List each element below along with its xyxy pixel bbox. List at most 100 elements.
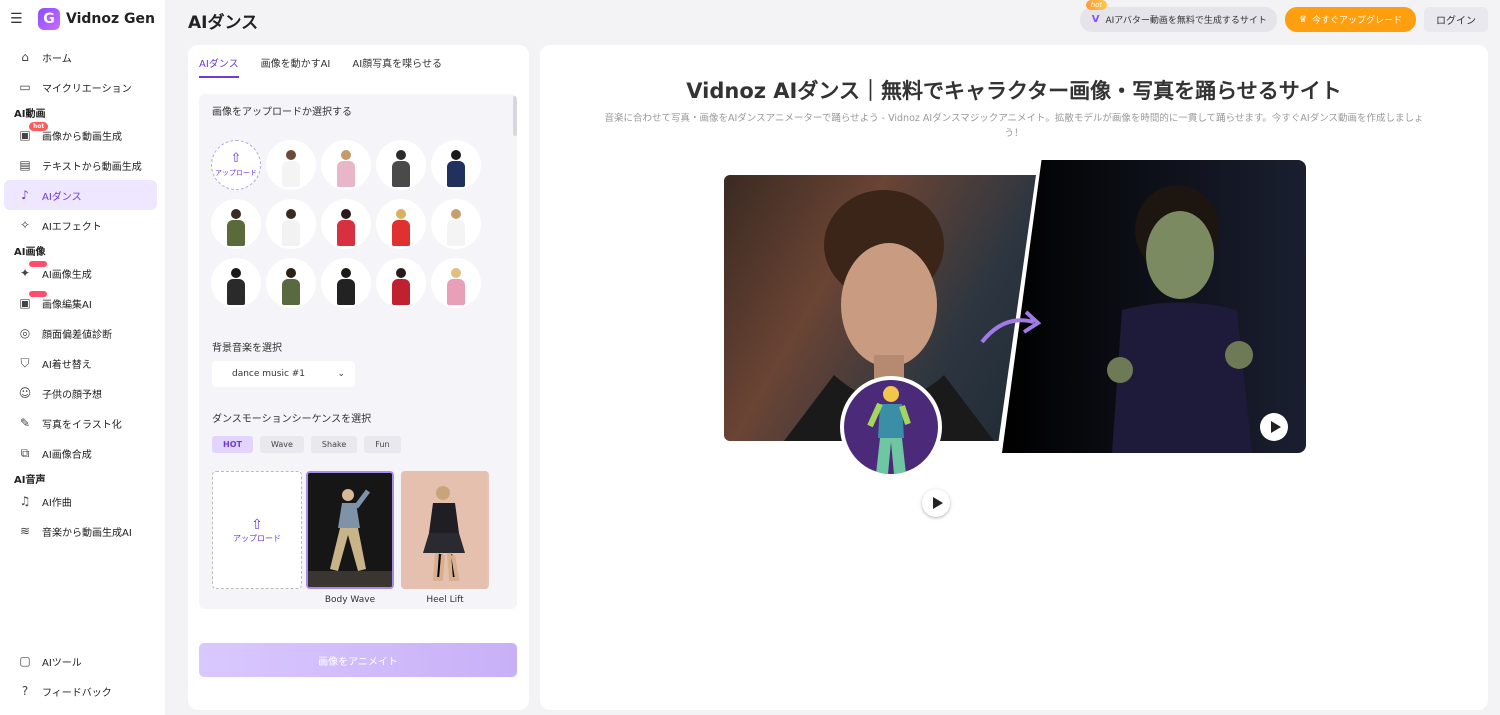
illustration-icon: ✎	[19, 416, 31, 430]
sidebar-item[interactable]: ▢ AIツール	[4, 646, 157, 676]
avatar-option[interactable]	[266, 258, 316, 308]
avatar-option[interactable]	[211, 258, 261, 308]
avatar-option[interactable]	[431, 140, 481, 190]
chip-wave[interactable]: Wave	[259, 436, 304, 453]
new-badge	[29, 261, 47, 267]
avatar-option[interactable]	[211, 199, 261, 249]
motion-caption-heel-lift: Heel Lift	[426, 595, 464, 605]
arrow-icon	[980, 310, 1042, 344]
person-thumbnail	[282, 267, 300, 305]
avatar-option[interactable]	[266, 140, 316, 190]
animate-image-button[interactable]: 画像をアニメイト	[199, 643, 517, 677]
avatar-option[interactable]	[321, 258, 371, 308]
sidebar-item[interactable]: ♪ AIダンス	[4, 180, 157, 210]
upgrade-label: 今すぐアップグレード	[1311, 15, 1402, 25]
sidebar-section-title: AI画像	[14, 247, 46, 258]
sidebar-item[interactable]: ◎ 顔面偏差値診断	[4, 318, 157, 348]
face-scan-icon: ◎	[19, 326, 31, 340]
sidebar-item[interactable]: ⧉ AI画像合成	[4, 438, 157, 468]
merge-icon: ⧉	[20, 445, 30, 460]
hero-subtitle: 音楽に合わせて写真・画像をAIダンスアニメーターで踊らせよう - Vidnoz …	[604, 113, 1424, 139]
person-thumbnail	[337, 267, 355, 305]
chip-fun[interactable]: Fun	[364, 436, 401, 453]
sidebar-item-label: AIエフェクト	[42, 221, 102, 233]
upload-image-button[interactable]: ⇧ アップロード	[211, 140, 261, 190]
tab-animate-image[interactable]: 画像を動かすAI	[261, 55, 331, 78]
avatar-promo-label: AIアバター動画を無料で生成するサイト	[1105, 16, 1267, 26]
login-button[interactable]: ログイン	[1424, 7, 1488, 32]
sidebar-item[interactable]: ? フィードバック	[4, 676, 157, 706]
sidebar-item-label: ホーム	[42, 53, 72, 65]
page-title: AIダンス	[188, 13, 259, 33]
sidebar-item-label: 子供の顔予想	[42, 389, 102, 401]
motion-preview-circle	[840, 376, 942, 478]
avatar-option[interactable]	[376, 140, 426, 190]
chevron-down-icon: ⌄	[337, 369, 345, 379]
avatar-option[interactable]	[431, 258, 481, 308]
sidebar-item[interactable]: ▭ マイクリエーション	[4, 72, 157, 102]
sidebar-nav: ⌂ ホーム ▭ マイクリエーション AI動画 ▣ hot 画像から動画生成 ▤ テキストから動画生…	[0, 42, 165, 546]
text-video-icon: ▤	[19, 158, 31, 172]
hero-title: Vidnoz AIダンス｜無料でキャラクター画像・写真を踊らせるサイト	[686, 79, 1342, 103]
person-thumbnail	[282, 208, 300, 246]
baby-icon: ☺	[18, 386, 32, 400]
sidebar-item[interactable]: ⛉ AI着せ替え	[4, 348, 157, 378]
sidebar-item[interactable]: ✧ AIエフェクト	[4, 210, 157, 240]
tab-ai-dance[interactable]: AIダンス	[199, 55, 239, 78]
sidebar-item[interactable]: ≋ 音楽から動画生成AI	[4, 516, 157, 546]
motion-card-body-wave[interactable]	[306, 471, 394, 589]
scrollbar-thumb[interactable]	[513, 96, 517, 136]
avatar-option[interactable]	[376, 199, 426, 249]
sidebar-item[interactable]: ✎ 写真をイラスト化	[4, 408, 157, 438]
upload-motion-button[interactable]: ⇧ アップロード	[212, 471, 302, 589]
vidnoz-v-icon: V	[1091, 14, 1100, 25]
upgrade-button[interactable]: ♛ 今すぐアップグレード	[1284, 7, 1416, 32]
motion-card-heel-lift[interactable]	[401, 471, 489, 589]
sidebar-item[interactable]: ⌂ ホーム	[4, 42, 157, 72]
sidebar-item-label: AIツール	[42, 657, 82, 669]
brand-logo-icon: G	[38, 8, 60, 30]
upload-icon: ⇧	[230, 150, 242, 166]
person-thumbnail	[282, 149, 300, 187]
music-select[interactable]: dance music #1 ⌄	[212, 361, 355, 387]
upload-icon: ⇧	[251, 516, 263, 533]
avatar-grid: ⇧ アップロード	[211, 140, 481, 308]
hot-badge: hot	[1085, 0, 1108, 10]
sidebar-bottom: ▢ AIツール? フィードバック	[0, 646, 165, 706]
sidebar-item[interactable]: ♫ AI作曲	[4, 486, 157, 516]
dancer-thumbnail	[308, 473, 392, 587]
chip-shake[interactable]: Shake	[310, 436, 358, 453]
avatar-promo-link[interactable]: hot V AIアバター動画を無料で生成するサイト	[1079, 0, 1277, 32]
avatar-option[interactable]	[431, 199, 481, 249]
person-thumbnail	[392, 267, 410, 305]
avatar-option[interactable]	[321, 140, 371, 190]
play-motion-button[interactable]	[922, 489, 950, 517]
shirt-icon: ⛉	[20, 355, 30, 370]
person-thumbnail	[447, 208, 465, 246]
play-result-button[interactable]	[1260, 413, 1288, 441]
chip-hot[interactable]: HOT	[212, 436, 253, 453]
avatar-option[interactable]	[321, 199, 371, 249]
person-thumbnail	[447, 149, 465, 187]
menu-icon[interactable]: ☰	[10, 11, 32, 27]
avatar-option[interactable]	[376, 258, 426, 308]
dancer-thumbnail	[401, 471, 487, 589]
brand-name: Vidnoz Gen	[66, 11, 155, 27]
dancer-illustration	[1107, 185, 1253, 453]
dance-icon: ♪	[21, 188, 29, 202]
sidebar-item[interactable]: ▣ hot 画像から動画生成	[4, 120, 157, 150]
avatar-option[interactable]	[266, 199, 316, 249]
new-badge	[29, 291, 47, 297]
sidebar-item[interactable]: ☺ 子供の顔予想	[4, 378, 157, 408]
tab-talking-photo[interactable]: AI顔写真を喋らせる	[352, 55, 442, 78]
dance-settings-panel: AIダンス 画像を動かすAI AI顔写真を喋らせる 画像をアップロードか選択する…	[188, 45, 529, 710]
sidebar-item[interactable]: ✦ AI画像生成	[4, 258, 157, 288]
sidebar-item[interactable]: ▤ テキストから動画生成	[4, 150, 157, 180]
person-thumbnail	[227, 208, 245, 246]
upload-label: アップロード	[215, 168, 257, 177]
sidebar-item-label: マイクリエーション	[42, 83, 132, 95]
settings-scroll-area[interactable]: 画像をアップロードか選択する ⇧ アップロード 背景音楽を選択 dance mu…	[199, 94, 517, 609]
tool-tabs: AIダンス 画像を動かすAI AI顔写真を喋らせる	[199, 55, 442, 78]
sidebar-item[interactable]: ▣ 画像編集AI	[4, 288, 157, 318]
person-thumbnail	[337, 208, 355, 246]
